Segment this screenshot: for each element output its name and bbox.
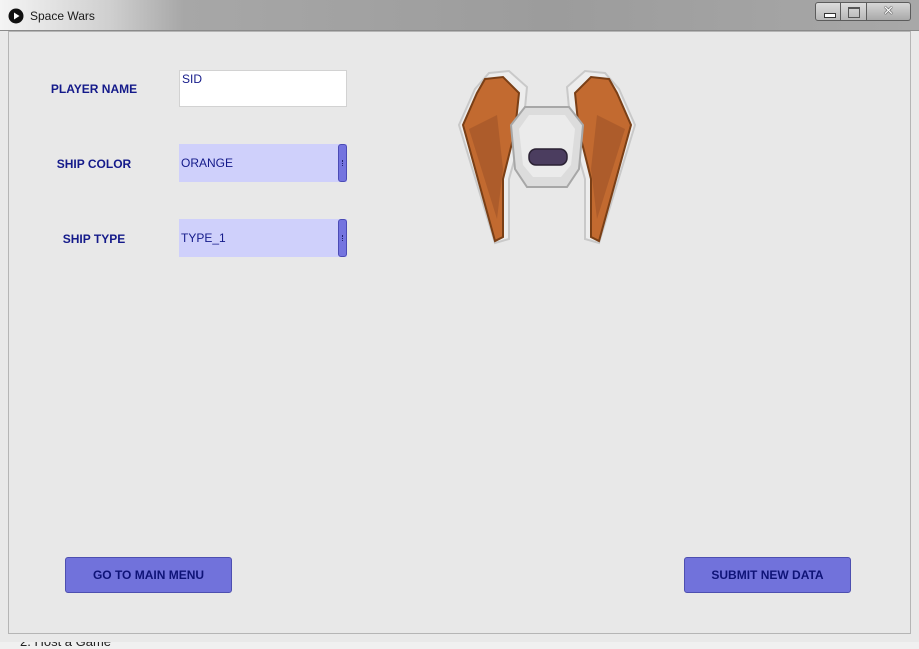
- minimize-icon: [824, 13, 836, 18]
- player-name-input[interactable]: SID: [179, 70, 347, 107]
- ship-color-label: SHIP COLOR: [56, 157, 132, 171]
- close-button[interactable]: ✕: [867, 2, 911, 21]
- ship-color-dropdown[interactable]: ORANGE: [179, 144, 347, 182]
- maximize-icon: [848, 7, 860, 18]
- ship-type-value: TYPE_1: [181, 231, 226, 245]
- app-window: Space Wars ✕ PLAYER NAME SID SHIP COLOR …: [0, 0, 919, 642]
- ship-type-dropdown[interactable]: TYPE_1: [179, 219, 347, 257]
- minimize-button[interactable]: [815, 2, 841, 21]
- player-name-label: PLAYER NAME: [50, 82, 138, 96]
- ship-type-label: SHIP TYPE: [62, 232, 126, 246]
- ship-color-dropdown-handle[interactable]: [338, 144, 347, 182]
- ship-type-dropdown-handle[interactable]: [338, 219, 347, 257]
- window-controls: ✕: [815, 2, 911, 21]
- close-icon: ✕: [883, 4, 894, 19]
- submit-new-data-button[interactable]: SUBMIT NEW DATA: [684, 557, 851, 593]
- maximize-button[interactable]: [841, 2, 867, 21]
- spaceship-icon: [457, 69, 637, 245]
- go-to-main-menu-button[interactable]: GO TO MAIN MENU: [65, 557, 232, 593]
- app-icon: [8, 8, 24, 24]
- window-title: Space Wars: [30, 9, 95, 23]
- title-bar[interactable]: Space Wars ✕: [0, 0, 919, 31]
- ship-color-value: ORANGE: [181, 156, 234, 170]
- settings-panel: PLAYER NAME SID SHIP COLOR ORANGE SHIP T…: [8, 31, 911, 634]
